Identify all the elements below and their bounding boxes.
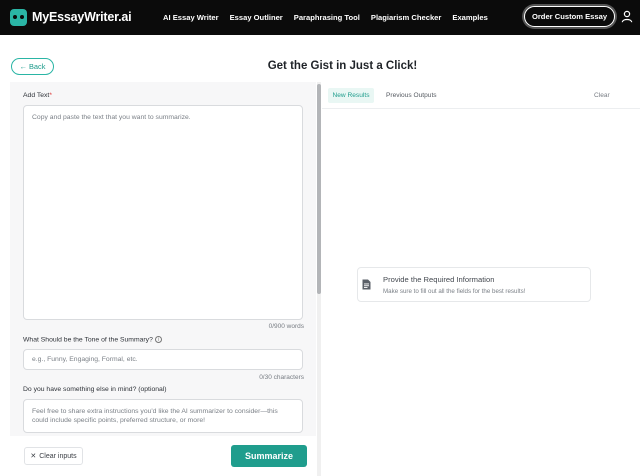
document-icon (362, 279, 371, 290)
tone-input[interactable]: e.g., Funny, Engaging, Formal, etc. (23, 349, 303, 370)
required-mark: * (49, 92, 52, 99)
tone-label: What Should be the Tone of the Summary? i (23, 336, 162, 343)
page-title: Get the Gist in Just a Click! (267, 60, 418, 72)
site-logo[interactable]: MyEssayWriter.ai (10, 7, 132, 27)
empty-state-title: Provide the Required Information (383, 275, 495, 284)
empty-state-subtitle: Make sure to fill out all the fields for… (383, 288, 526, 295)
clear-results-button[interactable]: Clear (594, 88, 610, 103)
clear-inputs-button[interactable]: ✕ Clear inputs (24, 447, 83, 465)
extra-instructions-label: Do you have something else in mind? (opt… (23, 386, 167, 393)
nav-plagiarism-checker[interactable]: Plagiarism Checker (371, 13, 442, 22)
summarize-button[interactable]: Summarize (231, 445, 307, 467)
logo-text: MyEssayWriter.ai (32, 10, 132, 24)
clear-inputs-label: Clear inputs (39, 452, 77, 460)
character-counter: 0/30 characters (259, 374, 304, 381)
word-counter: 0/900 words (268, 323, 304, 330)
scrollbar-thumb[interactable] (317, 84, 321, 294)
add-text-label: Add Text* (23, 92, 52, 99)
tab-previous-outputs[interactable]: Previous Outputs (386, 88, 437, 103)
info-icon[interactable]: i (154, 336, 162, 343)
robot-logo-icon (10, 8, 27, 26)
text-to-summarize-input[interactable]: Copy and paste the text that you want to… (23, 105, 303, 320)
user-icon[interactable] (621, 10, 633, 23)
tab-new-results[interactable]: New Results (328, 88, 374, 103)
nav-essay-outliner[interactable]: Essay Outliner (230, 13, 283, 22)
empty-state-card (357, 267, 591, 302)
close-icon: ✕ (30, 453, 37, 460)
nav-examples[interactable]: Examples (452, 13, 487, 22)
nav-paraphrasing-tool[interactable]: Paraphrasing Tool (294, 13, 360, 22)
main-nav: AI Essay Writer Essay Outliner Paraphras… (163, 0, 488, 35)
extra-instructions-input[interactable]: Feel free to share extra instructions yo… (23, 399, 303, 433)
nav-ai-essay-writer[interactable]: AI Essay Writer (163, 13, 219, 22)
order-custom-essay-button[interactable]: Order Custom Essay (524, 6, 615, 27)
